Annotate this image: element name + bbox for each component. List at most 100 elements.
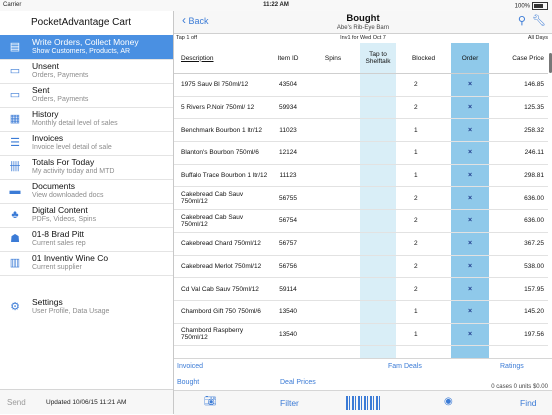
- col-order[interactable]: Order: [451, 43, 489, 74]
- tap-to-shelftalk-cell[interactable]: [360, 277, 396, 301]
- invoiced-link[interactable]: Invoiced: [177, 363, 203, 370]
- table-row[interactable]: Cakebread Merlot 750ml/12 56756 2 × 538.00: [174, 255, 548, 279]
- blocked-qty[interactable]: 2: [396, 96, 451, 120]
- product-description[interactable]: Cd Val Cab Sauv 750ml/12: [174, 277, 270, 301]
- table-row[interactable]: Cakebread Cab Sauv 750ml/12 56754 2 × 636.00: [174, 209, 548, 233]
- order-remove-button[interactable]: ×: [451, 96, 489, 120]
- all-days-filter[interactable]: All Days: [528, 35, 548, 41]
- product-description[interactable]: Benchmark Bourbon 1 ltr/12: [174, 118, 270, 143]
- table-row[interactable]: Chambord Gift 750 750ml/6 13540 1 × 145.20: [174, 300, 548, 324]
- tap-to-shelftalk-cell[interactable]: [360, 164, 396, 188]
- tap-to-shelftalk-cell[interactable]: [360, 118, 396, 143]
- barcode-icon[interactable]: [346, 396, 382, 410]
- table-row[interactable]: Blanton's Bourbon 750ml/6 12124 1 × 246.11: [174, 141, 548, 165]
- spins-cell[interactable]: [306, 141, 360, 165]
- blocked-qty[interactable]: 1: [396, 118, 451, 143]
- blocked-qty[interactable]: 2: [396, 209, 451, 233]
- table-row[interactable]: Chambord Raspberry 750ml/12 13540 1 × 197.56: [174, 323, 548, 347]
- order-remove-button[interactable]: ×: [451, 232, 489, 256]
- blocked-qty[interactable]: 2: [396, 73, 451, 97]
- table-row[interactable]: 5 Rivers P.Noir 750ml/ 12 59934 2 × 125.35: [174, 96, 548, 120]
- order-remove-button[interactable]: ×: [451, 255, 489, 279]
- tap-to-shelftalk-cell[interactable]: [360, 186, 396, 211]
- sidebar-item-01-8-brad-pitt[interactable]: ☗ 01-8 Brad Pitt Current sales rep: [0, 227, 173, 252]
- sidebar-item-settings[interactable]: ⚙ Settings User Profile, Data Usage: [0, 295, 173, 319]
- bought-link[interactable]: Bought: [177, 379, 199, 386]
- eye-icon[interactable]: ◉: [444, 396, 453, 407]
- order-remove-button[interactable]: ×: [451, 118, 489, 143]
- spins-cell[interactable]: [306, 255, 360, 279]
- sidebar-item-write-orders-collect-money[interactable]: ▤ Write Orders, Collect Money Show Custome…: [0, 35, 173, 60]
- sidebar-item-unsent[interactable]: ▭ Unsent Orders, Payments: [0, 59, 173, 84]
- table-row[interactable]: Benchmark Bourbon 1 ltr/12 11023 1 × 258.32: [174, 118, 548, 143]
- sidebar-item-documents[interactable]: ▬ Documents View downloaded docs: [0, 179, 173, 204]
- tap-to-shelftalk-cell[interactable]: [360, 255, 396, 279]
- product-description[interactable]: Cakebread Cab Sauv 750ml/12: [174, 186, 270, 211]
- col-spins[interactable]: Spins: [306, 43, 360, 74]
- order-remove-button[interactable]: ×: [451, 323, 489, 347]
- spins-cell[interactable]: [306, 186, 360, 211]
- blocked-qty[interactable]: 2: [396, 255, 451, 279]
- search-icon[interactable]: ⚲: [518, 15, 526, 27]
- order-remove-button[interactable]: ×: [451, 73, 489, 97]
- sidebar-item-sent[interactable]: ▭ Sent Orders, Payments: [0, 83, 173, 108]
- sidebar-item-history[interactable]: ▦ History Monthly detail level of sales: [0, 107, 173, 132]
- spins-cell[interactable]: [306, 118, 360, 143]
- spins-cell[interactable]: [306, 277, 360, 301]
- sidebar-item-01-inventiv-wine-co[interactable]: ▥ 01 Inventiv Wine Co Current supplier: [0, 251, 173, 276]
- product-description[interactable]: Cakebread Merlot 750ml/12: [174, 255, 270, 279]
- spins-cell[interactable]: [306, 73, 360, 97]
- product-description[interactable]: Chambord Raspberry 750ml/12: [174, 323, 270, 347]
- camera-icon[interactable]: 📷︎: [204, 396, 217, 407]
- order-remove-button[interactable]: ×: [451, 164, 489, 188]
- col-case-price[interactable]: Case Price: [489, 43, 548, 74]
- blocked-qty[interactable]: 1: [396, 323, 451, 347]
- tap-to-shelftalk-cell[interactable]: [360, 141, 396, 165]
- blocked-qty[interactable]: 2: [396, 232, 451, 256]
- product-description[interactable]: Blanton's Bourbon 750ml/6: [174, 141, 270, 165]
- table-row[interactable]: Cakebread Cab Sauv 750ml/12 56755 2 × 636.00: [174, 186, 548, 211]
- spins-cell[interactable]: [306, 232, 360, 256]
- order-remove-button[interactable]: ×: [451, 186, 489, 211]
- tap-to-shelftalk-cell[interactable]: [360, 209, 396, 233]
- table-row[interactable]: 1975 Sauv Bl 750ml/12 43504 2 × 146.85: [174, 73, 548, 97]
- tap-to-shelftalk-cell[interactable]: [360, 323, 396, 347]
- filter-button[interactable]: Filter: [280, 398, 299, 408]
- product-description[interactable]: 5 Rivers P.Noir 750ml/ 12: [174, 96, 270, 120]
- order-remove-button[interactable]: ×: [451, 141, 489, 165]
- col-tap-to-shelftalk[interactable]: Tap to Shelftalk: [360, 43, 396, 74]
- product-description[interactable]: Cakebread Chard 750ml/12: [174, 232, 270, 256]
- fam-deals-link[interactable]: Fam Deals: [388, 363, 422, 370]
- col-item-id[interactable]: Item ID: [270, 43, 306, 74]
- find-button[interactable]: Find: [520, 398, 537, 408]
- order-remove-button[interactable]: ×: [451, 300, 489, 324]
- tap-to-shelftalk-cell[interactable]: [360, 232, 396, 256]
- spins-cell[interactable]: [306, 96, 360, 120]
- spins-cell[interactable]: [306, 300, 360, 324]
- tap-to-shelftalk-cell[interactable]: [360, 73, 396, 97]
- table-row[interactable]: Buffalo Trace Bourbon 1 ltr/12 11123 1 × 298…: [174, 164, 548, 188]
- product-description[interactable]: Chambord Gift 750 750ml/6: [174, 300, 270, 324]
- spins-cell[interactable]: [306, 164, 360, 188]
- order-remove-button[interactable]: ×: [451, 277, 489, 301]
- table-row[interactable]: Cakebread Chard 750ml/12 56757 2 × 367.25: [174, 232, 548, 256]
- col-description[interactable]: Description: [174, 43, 270, 74]
- blocked-qty[interactable]: 1: [396, 141, 451, 165]
- product-description[interactable]: Cakebread Cab Sauv 750ml/12: [174, 209, 270, 233]
- product-description[interactable]: Buffalo Trace Bourbon 1 ltr/12: [174, 164, 270, 188]
- blocked-qty[interactable]: 1: [396, 300, 451, 324]
- spins-cell[interactable]: [306, 209, 360, 233]
- tap-to-shelftalk-cell[interactable]: [360, 300, 396, 324]
- sidebar-item-totals-for-today[interactable]: 卌 Totals For Today My activity today and M…: [0, 155, 173, 180]
- sidebar-item-invoices[interactable]: ☰ Invoices Invoice level detail of sale: [0, 131, 173, 156]
- send-button[interactable]: Send: [7, 398, 26, 407]
- blocked-qty[interactable]: 1: [396, 164, 451, 188]
- spins-cell[interactable]: [306, 323, 360, 347]
- tap-to-shelftalk-cell[interactable]: [360, 96, 396, 120]
- product-description[interactable]: 1975 Sauv Bl 750ml/12: [174, 73, 270, 97]
- order-remove-button[interactable]: ×: [451, 209, 489, 233]
- table-row[interactable]: Cd Val Cab Sauv 750ml/12 59114 2 × 157.95: [174, 277, 548, 301]
- col-blocked[interactable]: Blocked: [396, 43, 451, 74]
- deal-prices-link[interactable]: Deal Prices: [280, 379, 316, 386]
- blocked-qty[interactable]: 2: [396, 277, 451, 301]
